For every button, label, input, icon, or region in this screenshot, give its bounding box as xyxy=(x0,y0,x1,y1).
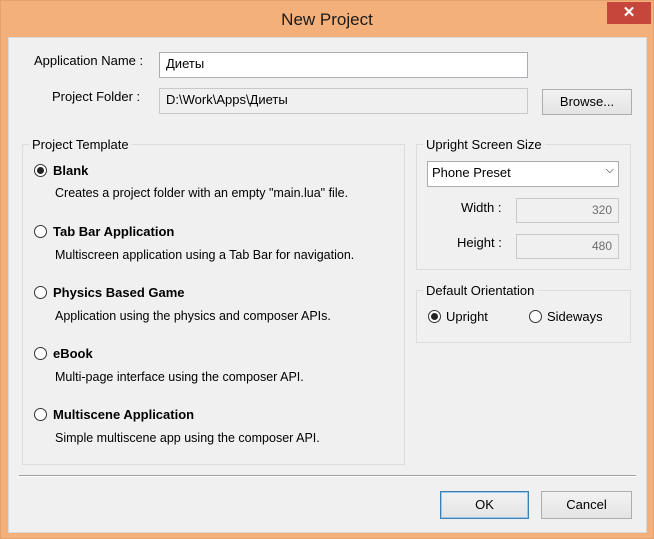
radio-tab-bar[interactable] xyxy=(34,225,47,238)
app-name-input[interactable]: Диеты xyxy=(159,52,528,78)
project-folder-field[interactable]: D:\Work\Apps\Диеты xyxy=(159,88,528,114)
radio-ebook[interactable] xyxy=(34,347,47,360)
option-physics-desc: Application using the physics and compos… xyxy=(55,309,331,323)
radio-upright[interactable] xyxy=(428,310,441,323)
title-bar[interactable]: New Project ✕ xyxy=(1,1,653,37)
sideways-label[interactable]: Sideways xyxy=(547,309,603,324)
option-multiscene-title[interactable]: Multiscene Application xyxy=(53,407,194,422)
new-project-dialog: New Project ✕ Application Name : Диеты P… xyxy=(0,0,654,539)
option-ebook-title[interactable]: eBook xyxy=(53,346,93,361)
height-field[interactable]: 480 xyxy=(516,234,619,259)
radio-sideways[interactable] xyxy=(529,310,542,323)
project-template-title: Project Template xyxy=(29,137,132,152)
option-physics-title[interactable]: Physics Based Game xyxy=(53,285,185,300)
project-folder-label: Project Folder : xyxy=(52,89,141,104)
width-field[interactable]: 320 xyxy=(516,198,619,223)
ok-button[interactable]: OK xyxy=(440,491,529,519)
radio-physics-game[interactable] xyxy=(34,286,47,299)
screen-size-title: Upright Screen Size xyxy=(423,137,545,152)
width-label: Width : xyxy=(461,200,502,215)
option-multiscene-desc: Simple multiscene app using the composer… xyxy=(55,431,320,445)
option-tab-bar-desc: Multiscreen application using a Tab Bar … xyxy=(55,248,355,262)
close-icon: ✕ xyxy=(622,4,636,21)
option-ebook-desc: Multi-page interface using the composer … xyxy=(55,370,304,384)
option-tab-bar-title[interactable]: Tab Bar Application xyxy=(53,224,174,239)
chevron-down-icon: ⌵ xyxy=(605,164,614,176)
option-blank-desc: Creates a project folder with an empty "… xyxy=(55,186,349,200)
app-name-label: Application Name : xyxy=(34,53,144,68)
close-button[interactable]: ✕ xyxy=(607,2,651,24)
screen-preset-value: Phone Preset xyxy=(432,165,511,180)
dialog-title: New Project xyxy=(281,10,373,29)
screen-preset-select[interactable]: Phone Preset ⌵ xyxy=(427,161,619,187)
height-label: Height : xyxy=(457,235,502,250)
footer-separator xyxy=(19,475,636,477)
browse-button[interactable]: Browse... xyxy=(542,89,632,115)
upright-label[interactable]: Upright xyxy=(446,309,488,324)
radio-blank[interactable] xyxy=(34,164,47,177)
orientation-title: Default Orientation xyxy=(423,283,538,298)
option-blank-title[interactable]: Blank xyxy=(53,163,88,178)
dialog-body: Application Name : Диеты Project Folder … xyxy=(8,37,647,533)
radio-multiscene[interactable] xyxy=(34,408,47,421)
cancel-button[interactable]: Cancel xyxy=(541,491,632,519)
